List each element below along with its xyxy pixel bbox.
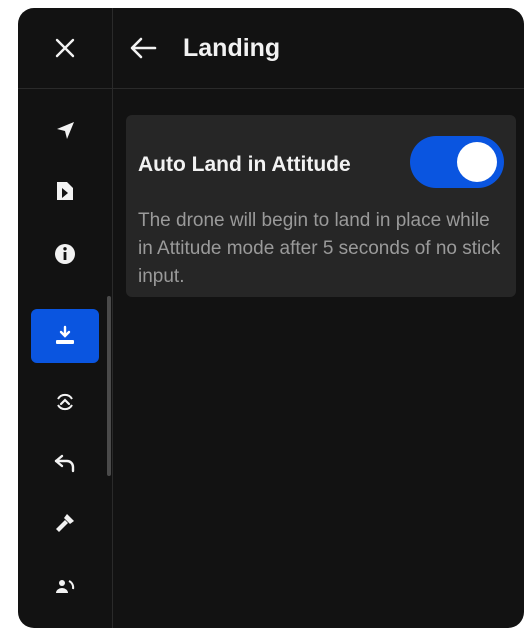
user-rotate-icon bbox=[56, 580, 75, 593]
rail-item-flashlight[interactable] bbox=[18, 496, 112, 550]
rail-item-auto-return[interactable] bbox=[18, 375, 112, 429]
landing-icon bbox=[56, 325, 74, 344]
rail-item-info[interactable] bbox=[18, 227, 112, 281]
auto-return-icon bbox=[57, 393, 73, 411]
auto-land-setting-card: Auto Land in Attitude The drone will beg… bbox=[126, 115, 516, 297]
document-icon bbox=[57, 182, 73, 200]
auto-land-toggle[interactable] bbox=[410, 136, 504, 188]
page-title: Landing bbox=[183, 33, 281, 62]
back-arrow-icon bbox=[130, 37, 157, 59]
flashlight-icon bbox=[56, 514, 74, 532]
back-button[interactable] bbox=[125, 30, 161, 66]
rail-item-document[interactable] bbox=[18, 164, 112, 218]
rail-item-landing[interactable] bbox=[18, 309, 112, 363]
setting-label: Auto Land in Attitude bbox=[138, 153, 351, 176]
navigation-arrow-icon bbox=[57, 122, 74, 139]
rail-item-return[interactable] bbox=[18, 436, 112, 490]
toggle-knob bbox=[457, 142, 497, 182]
close-button[interactable] bbox=[18, 8, 112, 89]
settings-panel: Landing Auto Land in Attitude The drone … bbox=[18, 8, 524, 628]
rail-item-navigation[interactable] bbox=[18, 104, 112, 158]
rail-item-landing-highlight bbox=[31, 309, 99, 363]
setting-description: The drone will begin to land in place wh… bbox=[138, 210, 501, 287]
close-icon bbox=[55, 38, 75, 58]
rail-item-user-rotate[interactable] bbox=[18, 560, 112, 614]
info-icon bbox=[55, 244, 75, 264]
rail-scrollbar[interactable] bbox=[107, 296, 111, 476]
page-header: Landing bbox=[113, 8, 524, 89]
side-rail bbox=[18, 8, 113, 628]
return-icon bbox=[54, 454, 75, 473]
